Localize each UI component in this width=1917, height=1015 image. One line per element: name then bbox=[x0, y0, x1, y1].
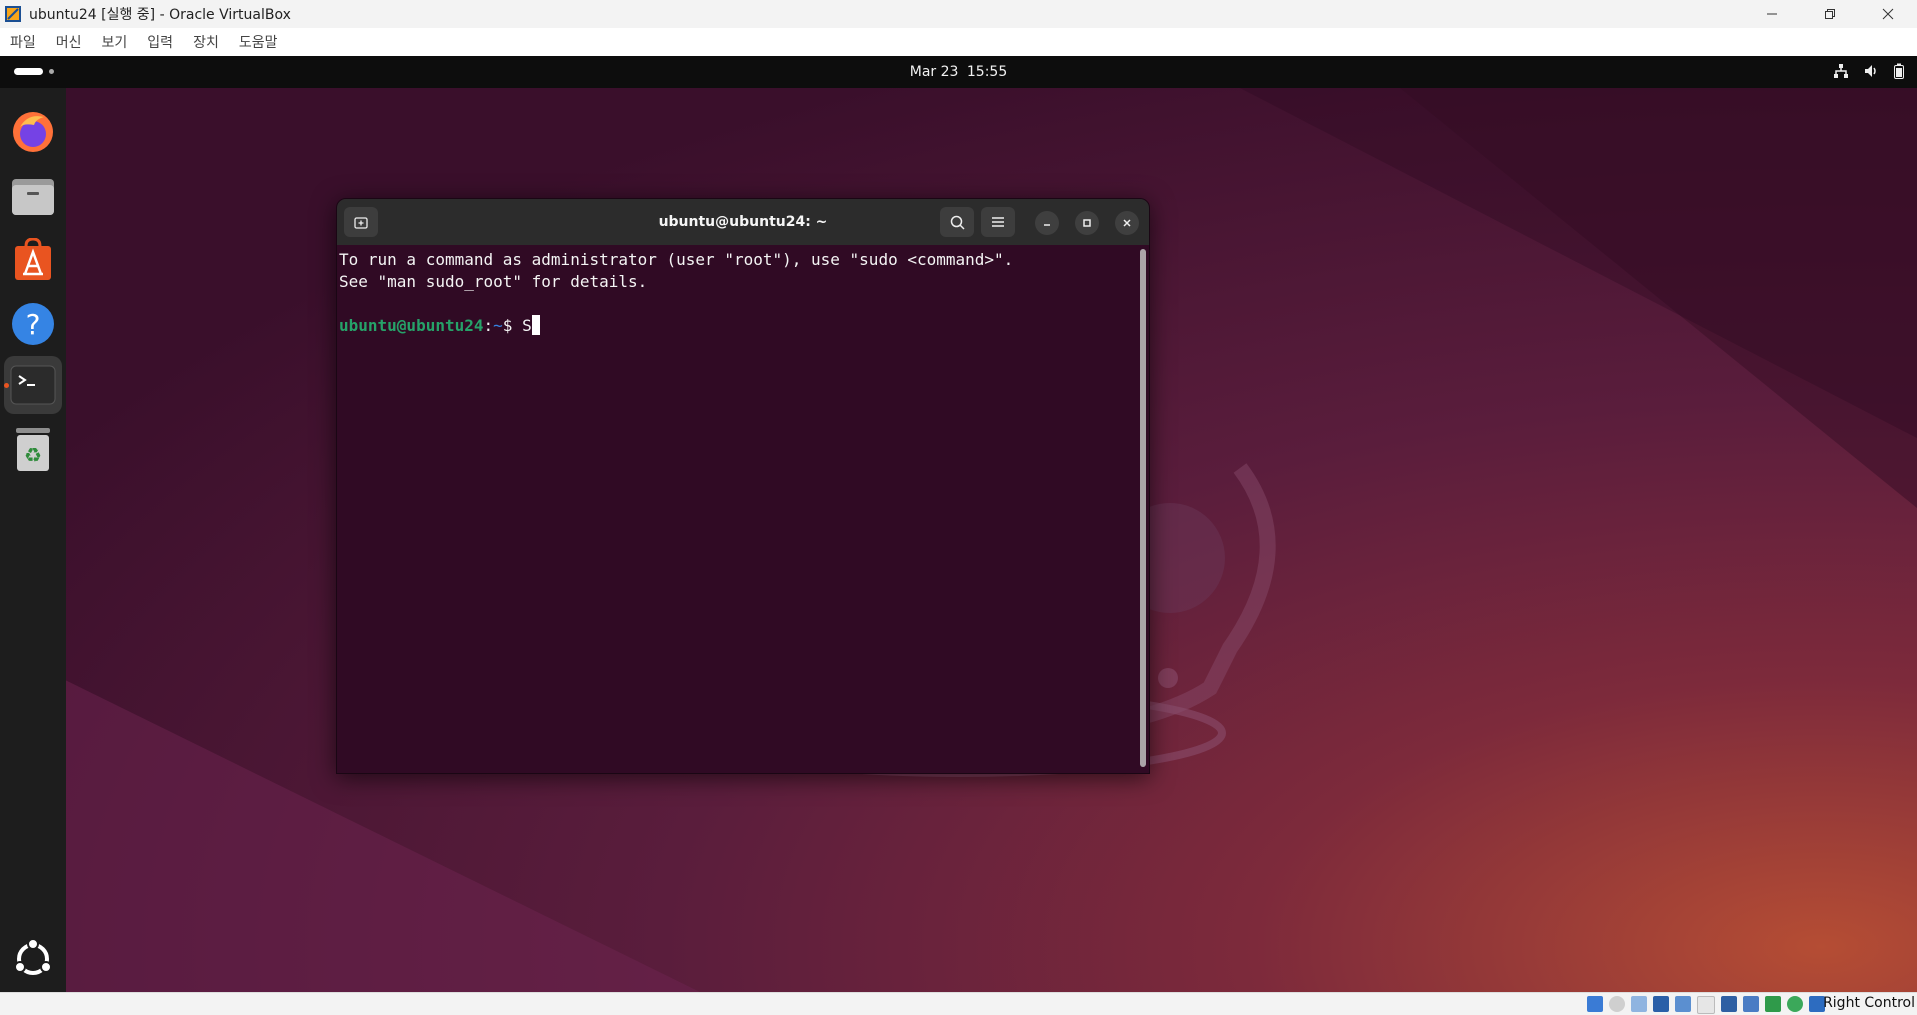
display-icon[interactable] bbox=[1721, 996, 1737, 1012]
prompt-separator: : bbox=[483, 316, 494, 335]
host-window-titlebar: ubuntu24 [실행 중] - Oracle VirtualBox bbox=[0, 0, 1917, 28]
output-line: To run a command as administrator (user … bbox=[339, 250, 1014, 269]
dock: ? ♻ bbox=[0, 88, 66, 992]
terminal-output[interactable]: To run a command as administrator (user … bbox=[337, 245, 1149, 773]
terminal-maximize-button[interactable] bbox=[1075, 211, 1099, 235]
menu-devices[interactable]: 장치 bbox=[183, 32, 229, 52]
prompt-path: ~ bbox=[493, 316, 503, 335]
system-tray[interactable] bbox=[1833, 63, 1905, 79]
dock-show-apps[interactable] bbox=[4, 930, 62, 988]
audio-icon[interactable] bbox=[1631, 996, 1647, 1012]
battery-icon bbox=[1894, 63, 1904, 79]
terminal-icon bbox=[10, 365, 56, 405]
volume-icon bbox=[1865, 65, 1876, 77]
running-indicator bbox=[4, 383, 9, 388]
dock-help[interactable]: ? bbox=[4, 295, 62, 353]
trash-icon: ♻ bbox=[16, 428, 50, 471]
search-button[interactable] bbox=[940, 207, 974, 237]
menu-view[interactable]: 보기 bbox=[92, 32, 138, 52]
dock-files[interactable] bbox=[4, 167, 62, 225]
menu-machine[interactable]: 머신 bbox=[46, 32, 92, 52]
virtualbox-icon bbox=[3, 4, 23, 24]
clock[interactable]: Mar 23 15:55 bbox=[0, 64, 1917, 80]
svg-text:?: ? bbox=[26, 308, 41, 341]
terminal-window[interactable]: ubuntu@ubuntu24: ~ To run a command as a… bbox=[336, 198, 1150, 774]
terminal-close-button[interactable] bbox=[1115, 211, 1139, 235]
help-icon: ? bbox=[12, 303, 54, 345]
ubuntu-apps-icon bbox=[14, 939, 52, 975]
minimize-icon bbox=[1767, 13, 1777, 15]
device-status-icons bbox=[1587, 996, 1825, 1014]
command-input[interactable]: S bbox=[522, 316, 532, 335]
menu-help[interactable]: 도움말 bbox=[229, 32, 288, 52]
usb-icon[interactable] bbox=[1675, 996, 1691, 1012]
dock-trash[interactable]: ♻ bbox=[4, 421, 62, 479]
terminal-scrollbar[interactable] bbox=[1140, 249, 1146, 767]
prompt-line[interactable]: ubuntu@ubuntu24:~$ S bbox=[339, 315, 1147, 337]
search-icon bbox=[950, 215, 965, 230]
terminal-title: ubuntu@ubuntu24: ~ bbox=[658, 214, 828, 230]
menu-button[interactable] bbox=[981, 207, 1015, 237]
host-key-label: Right Control bbox=[1823, 995, 1915, 1011]
mouse-integration-icon[interactable] bbox=[1787, 996, 1803, 1012]
shared-folders-icon[interactable] bbox=[1697, 996, 1715, 1014]
close-icon bbox=[1882, 8, 1894, 20]
gnome-topbar: Mar 23 15:55 bbox=[0, 56, 1917, 88]
close-button[interactable] bbox=[1859, 0, 1917, 28]
menu-file[interactable]: 파일 bbox=[0, 32, 46, 52]
network-icon bbox=[1834, 64, 1848, 78]
dock-terminal[interactable] bbox=[4, 356, 62, 414]
terminal-minimize-button[interactable] bbox=[1035, 211, 1059, 235]
network-adapter-icon[interactable] bbox=[1653, 996, 1669, 1012]
dock-app-center[interactable] bbox=[4, 231, 62, 289]
recording-icon[interactable] bbox=[1743, 996, 1759, 1012]
maximize-icon bbox=[1083, 219, 1091, 227]
vbox-menubar: 파일 머신 보기 입력 장치 도움말 bbox=[0, 28, 1917, 56]
prompt-user-host: ubuntu@ubuntu24 bbox=[339, 316, 484, 335]
clock-time: 15:55 bbox=[966, 64, 1008, 80]
restore-icon bbox=[1825, 9, 1835, 19]
hard-disk-icon[interactable] bbox=[1587, 996, 1603, 1012]
files-icon bbox=[12, 179, 54, 215]
svg-text:♻: ♻ bbox=[24, 443, 42, 467]
hamburger-menu-icon bbox=[992, 217, 1004, 227]
firefox-icon bbox=[13, 112, 53, 152]
clock-date: Mar 23 bbox=[909, 64, 959, 80]
restore-button[interactable] bbox=[1801, 0, 1859, 28]
guest-screen[interactable]: Mar 23 15:55 ? ♻ ubuntu@ubuntu24: ~ To r… bbox=[0, 56, 1917, 992]
text-cursor bbox=[531, 315, 540, 335]
optical-drive-icon[interactable] bbox=[1609, 996, 1625, 1012]
vbox-statusbar: Right Control bbox=[0, 992, 1917, 1015]
close-icon bbox=[1123, 219, 1131, 227]
terminal-headerbar[interactable]: ubuntu@ubuntu24: ~ bbox=[337, 199, 1149, 245]
cpu-icon[interactable] bbox=[1765, 996, 1781, 1012]
app-center-icon bbox=[15, 238, 51, 280]
prompt-symbol: $ bbox=[502, 316, 513, 335]
output-line: See "man sudo_root" for details. bbox=[339, 272, 648, 291]
window-title: ubuntu24 [실행 중] - Oracle VirtualBox bbox=[29, 7, 291, 23]
minimize-icon bbox=[1044, 224, 1050, 226]
minimize-button[interactable] bbox=[1743, 0, 1801, 28]
dock-firefox[interactable] bbox=[4, 103, 62, 161]
menu-input[interactable]: 입력 bbox=[137, 32, 183, 52]
